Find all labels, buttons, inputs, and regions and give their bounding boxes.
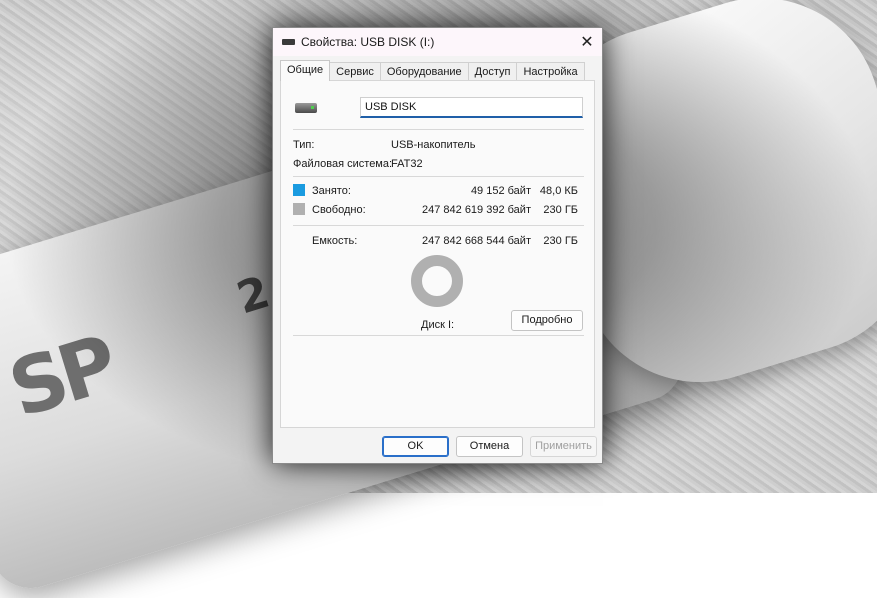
capacity-label: Емкость:	[312, 235, 358, 247]
free-bytes: 247 842 619 392 байт	[422, 204, 531, 216]
filesystem-label: Файловая система:	[293, 158, 393, 170]
apply-button[interactable]: Применить	[530, 436, 597, 457]
title-bar[interactable]: Свойства: USB DISK (I:) ✕	[273, 28, 602, 56]
used-bytes: 49 152 байт	[470, 185, 531, 197]
free-size: 230 ГБ	[543, 204, 578, 216]
free-space-swatch	[293, 203, 305, 215]
tab-strip: Общие Сервис Оборудование Доступ Настрой…	[280, 60, 585, 81]
capacity-bytes: 247 842 668 544 байт	[422, 235, 531, 247]
cancel-button[interactable]: Отмена	[456, 436, 523, 457]
type-value: USB-накопитель	[391, 139, 476, 151]
tab-sharing[interactable]: Доступ	[467, 62, 518, 81]
free-label: Свободно:	[312, 204, 366, 216]
tab-customize[interactable]: Настройка	[516, 62, 585, 81]
drive-name-input[interactable]	[360, 97, 583, 118]
tab-hardware[interactable]: Оборудование	[379, 62, 469, 81]
ok-button[interactable]: OK	[382, 436, 449, 457]
used-space-swatch	[293, 184, 305, 196]
tab-general[interactable]: Общие	[280, 60, 331, 81]
used-size: 48,0 КБ	[539, 185, 578, 197]
tab-service[interactable]: Сервис	[329, 62, 381, 81]
capacity-size: 230 ГБ	[543, 235, 578, 247]
disk-label: Диск I:	[421, 319, 455, 331]
details-button[interactable]: Подробно	[511, 310, 583, 331]
disk-usage-chart	[411, 255, 463, 307]
divider	[293, 225, 584, 226]
general-panel: Тип: USB-накопитель Файловая система: FA…	[280, 80, 595, 428]
type-label: Тип:	[293, 139, 315, 151]
divider	[293, 335, 584, 336]
divider	[293, 129, 584, 130]
used-label: Занято:	[312, 185, 351, 197]
window-title: Свойства: USB DISK (I:)	[301, 35, 435, 49]
usb-drive-icon	[295, 103, 317, 113]
close-button[interactable]: ✕	[572, 28, 602, 56]
drive-title-icon	[282, 39, 295, 45]
properties-dialog: Свойства: USB DISK (I:) ✕ Общие Сервис О…	[272, 27, 603, 464]
filesystem-value: FAT32	[391, 158, 423, 170]
divider	[293, 176, 584, 177]
